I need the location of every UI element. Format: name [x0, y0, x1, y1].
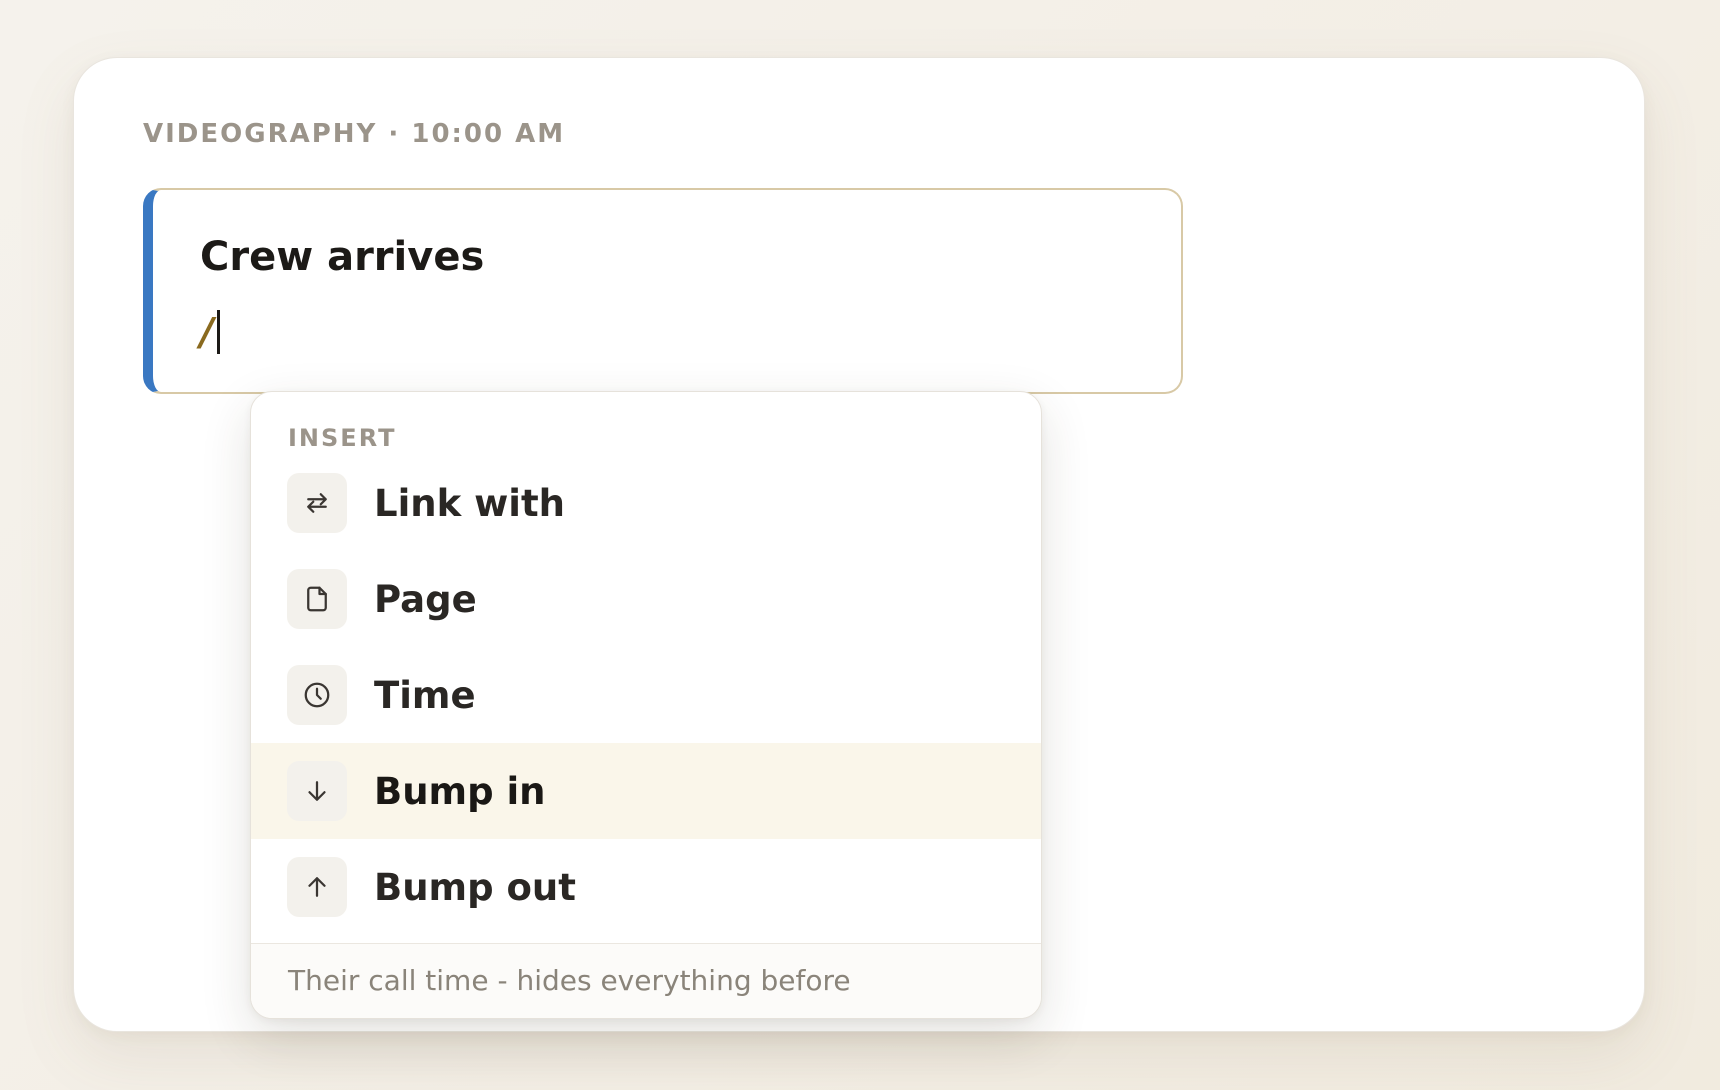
swap-arrows-icon: [287, 473, 347, 533]
schedule-entry[interactable]: Crew arrives /: [143, 188, 1183, 394]
entry-title[interactable]: Crew arrives: [200, 234, 484, 280]
menu-item-link-with[interactable]: Link with: [251, 455, 1041, 551]
menu-item-page[interactable]: Page: [251, 551, 1041, 647]
menu-item-label: Page: [374, 577, 477, 621]
menu-item-label: Time: [374, 673, 476, 717]
menu-hint-footer: Their call time - hides everything befor…: [251, 943, 1041, 1018]
menu-header: INSERT: [288, 424, 397, 452]
section-label: VIDEOGRAPHY · 10:00 AM: [143, 119, 566, 149]
menu-item-bump-in[interactable]: Bump in: [251, 743, 1041, 839]
menu-item-time[interactable]: Time: [251, 647, 1041, 743]
page-icon: [287, 569, 347, 629]
clock-icon: [287, 665, 347, 725]
menu-item-label: Bump in: [374, 769, 546, 813]
menu-hint-text: Their call time - hides everything befor…: [288, 964, 851, 997]
menu-item-label: Bump out: [374, 865, 576, 909]
menu-item-bump-out[interactable]: Bump out: [251, 839, 1041, 935]
slash-command-text: /: [200, 310, 214, 354]
entry-text-input[interactable]: /: [200, 308, 220, 356]
text-caret: [216, 310, 220, 354]
arrow-up-icon: [287, 857, 347, 917]
menu-item-label: Link with: [374, 481, 565, 525]
insert-menu: INSERT Link with Page Time Bump in Bump …: [250, 391, 1042, 1019]
arrow-down-icon: [287, 761, 347, 821]
